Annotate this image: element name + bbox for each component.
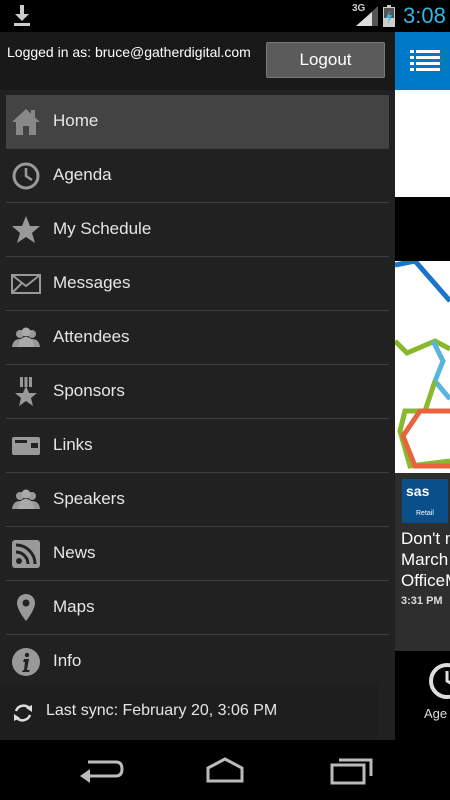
background-app-content: sas Retail Don't m March OfficeM 3:31 PM…	[395, 32, 450, 740]
system-navigation-bar	[0, 740, 450, 800]
recent-apps-icon[interactable]	[327, 754, 377, 786]
sync-status-bar[interactable]: Last sync: February 20, 3:06 PM	[0, 683, 378, 740]
star-icon	[12, 216, 40, 243]
menu-item-speakers[interactable]: Speakers	[6, 473, 389, 527]
last-sync-label: Last sync: February 20, 3:06 PM	[46, 702, 278, 719]
background-app-action-bar	[395, 32, 450, 90]
rss-icon	[12, 540, 40, 568]
menu-item-news[interactable]: News	[6, 527, 389, 581]
back-icon[interactable]	[76, 754, 126, 786]
menu-item-my-schedule[interactable]: My Schedule	[6, 203, 389, 257]
menu-item-sponsors[interactable]: Sponsors	[6, 365, 389, 419]
logout-button[interactable]: Logout	[266, 42, 385, 78]
drawer-menu: Home Agenda My Schedule Messages Attende…	[6, 95, 389, 688]
status-bar: 3G 3:08	[0, 0, 450, 32]
sync-icon	[14, 704, 32, 722]
medal-star-icon	[15, 377, 37, 406]
clock-icon	[429, 663, 450, 699]
menu-item-links[interactable]: Links	[6, 419, 389, 473]
people-icon	[12, 327, 40, 347]
signal-icon	[356, 6, 378, 26]
news-card[interactable]: sas Retail Don't m March OfficeM 3:31 PM	[395, 473, 450, 651]
menu-item-messages[interactable]: Messages	[6, 257, 389, 311]
map-pin-icon	[17, 594, 35, 621]
banner-area	[395, 90, 450, 197]
sas-logo: sas Retail	[402, 479, 448, 523]
banner-gap	[395, 197, 450, 261]
news-time: 3:31 PM	[401, 595, 443, 607]
agenda-tab[interactable]: Age	[395, 651, 450, 740]
news-headline: Don't m March OfficeM	[401, 529, 450, 590]
menu-item-info[interactable]: Info	[6, 635, 389, 688]
logged-in-label: Logged in as: bruce@gatherdigital.com	[7, 44, 251, 60]
download-icon	[14, 5, 30, 26]
navigation-drawer: Logged in as: bruce@gatherdigital.com Lo…	[0, 32, 395, 740]
envelope-icon	[11, 274, 41, 294]
drawer-header: Logged in as: bruce@gatherdigital.com Lo…	[0, 32, 395, 90]
people-icon	[12, 489, 40, 509]
menu-item-attendees[interactable]: Attendees	[6, 311, 389, 365]
menu-item-home[interactable]: Home	[6, 95, 389, 149]
menu-item-maps[interactable]: Maps	[6, 581, 389, 635]
info-icon	[12, 648, 40, 676]
clock-icon	[12, 162, 40, 190]
list-menu-icon[interactable]	[410, 50, 440, 72]
battery-charging-icon	[383, 5, 395, 27]
hexagon-graphic	[395, 258, 450, 473]
clock: 3:08	[403, 3, 446, 28]
link-card-icon	[12, 437, 40, 455]
menu-item-agenda[interactable]: Agenda	[6, 149, 389, 203]
home-icon	[12, 109, 40, 135]
home-nav-icon[interactable]	[200, 754, 250, 786]
